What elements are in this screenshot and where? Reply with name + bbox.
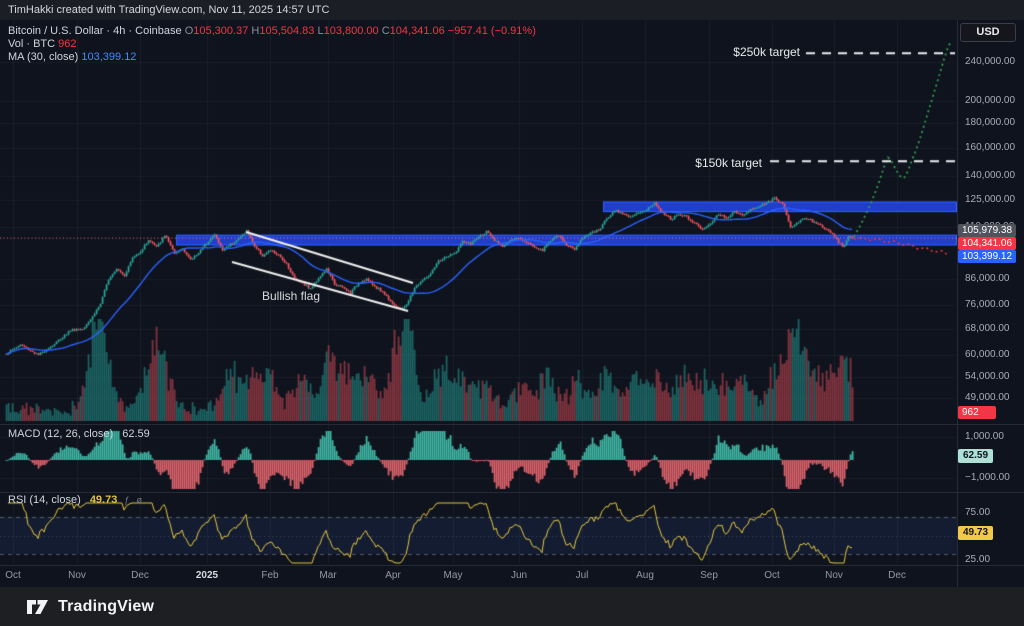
scale-separator — [957, 20, 958, 587]
macd-legend[interactable]: MACD (12, 26, close) 62.59 — [8, 428, 150, 441]
x-tick-label: Jun — [497, 570, 541, 581]
target-250k-label[interactable]: $250k target — [733, 45, 800, 59]
tradingview-brand-text[interactable]: TradingView — [58, 598, 154, 616]
ma-legend-row[interactable]: MA (30, close) 103,399.12 — [8, 51, 536, 64]
change-value: −957.41 (−0.91%) — [448, 25, 536, 37]
volume-label: Vol · BTC — [8, 38, 55, 50]
tradingview-logo-icon[interactable] — [26, 597, 50, 617]
x-tick-label: Feb — [248, 570, 292, 581]
high-value: 105,504.83 — [259, 25, 314, 37]
y-tick-label: 180,000.00 — [965, 117, 1015, 128]
price-scale[interactable]: USD 240,000.00 200,000.00 180,000.00 160,00… — [957, 20, 1024, 587]
currency-usd-button[interactable]: USD — [960, 23, 1016, 42]
rsi-label: RSI (14, close) — [8, 494, 81, 506]
x-tick-label: Jul — [560, 570, 604, 581]
macd-axis-bottom: −1,000.00 — [965, 472, 1010, 483]
open-value: 105,300.37 — [193, 25, 248, 37]
y-tick-label: 76,000.00 — [965, 299, 1010, 310]
y-tick-label: 240,000.00 — [965, 56, 1015, 67]
x-tick-label: Nov — [55, 570, 99, 581]
open-label: O — [185, 25, 194, 37]
bullish-flag-label[interactable]: Bullish flag — [262, 289, 320, 303]
symbol-title: Bitcoin / U.S. Dollar · 4h · Coinbase — [8, 25, 182, 37]
pane-separator[interactable] — [0, 492, 1024, 493]
y-tick-label: 68,000.00 — [965, 323, 1010, 334]
footer-bar: TradingView — [0, 587, 1024, 626]
time-axis[interactable]: Oct Nov Dec 2025 Feb Mar Apr May Jun Jul Aug Sep Oct… — [0, 565, 957, 587]
x-tick-label: Sep — [687, 570, 731, 581]
volume-value-tag: 962 — [958, 406, 996, 419]
rsi-value: 49.73 — [90, 494, 118, 506]
ma-value: 103,399.12 — [81, 51, 136, 63]
x-tick-label: Apr — [371, 570, 415, 581]
ma-price-tag: 103,399.12 — [958, 250, 1016, 263]
x-tick-label: Oct — [0, 570, 35, 581]
close-value: 104,341.06 — [390, 25, 445, 37]
x-tick-label: Nov — [812, 570, 856, 581]
y-tick-label: 49,000.00 — [965, 392, 1010, 403]
ma-label: MA (30, close) — [8, 51, 78, 63]
x-tick-label: 2025 — [185, 570, 229, 581]
x-tick-label: Oct — [750, 570, 794, 581]
y-tick-label: 54,000.00 — [965, 371, 1010, 382]
macd-label: MACD (12, 26, close) — [8, 428, 113, 440]
rsi-value-badge: 49.73 — [958, 526, 993, 540]
y-tick-label: 140,000.00 — [965, 170, 1015, 181]
rsi-axis-top: 75.00 — [965, 507, 990, 518]
chart-legend: Bitcoin / U.S. Dollar · 4h · Coinbase O1… — [8, 25, 536, 64]
x-tick-label: Mar — [306, 570, 350, 581]
macd-value: 62.59 — [122, 428, 150, 440]
volume-value: 962 — [58, 38, 76, 50]
price-chart-canvas[interactable] — [0, 0, 957, 587]
y-tick-label: 60,000.00 — [965, 349, 1010, 360]
attribution-bar: TimHakki created with TradingView.com, N… — [0, 0, 1024, 20]
x-tick-label: May — [431, 570, 475, 581]
y-tick-label: 86,000.00 — [965, 273, 1010, 284]
rsi-average-icon[interactable]: ø — [136, 495, 142, 505]
volume-legend-row[interactable]: Vol · BTC 962 — [8, 38, 536, 51]
attribution-text: TimHakki created with TradingView.com, N… — [8, 4, 329, 16]
macd-axis-top: 1,000.00 — [965, 431, 1004, 442]
y-tick-label: 200,000.00 — [965, 95, 1015, 106]
x-tick-label: Dec — [118, 570, 162, 581]
gray-price-tag: 105,979.38 — [958, 224, 1016, 237]
rsi-legend[interactable]: RSI (14, close) 49.73 ƒ ø — [8, 494, 142, 507]
symbol-legend-row[interactable]: Bitcoin / U.S. Dollar · 4h · Coinbase O1… — [8, 25, 536, 38]
last-price-tag: 104,341.06 — [958, 237, 1016, 250]
close-label: C — [382, 25, 390, 37]
y-tick-label: 160,000.00 — [965, 142, 1015, 153]
target-150k-label[interactable]: $150k target — [695, 156, 762, 170]
x-tick-label: Aug — [623, 570, 667, 581]
tradingview-chart-window: TimHakki created with TradingView.com, N… — [0, 0, 1024, 626]
pane-separator[interactable] — [0, 424, 1024, 425]
rsi-smoothing-icon[interactable]: ƒ — [124, 495, 129, 505]
low-value: 103,800.00 — [324, 25, 379, 37]
macd-value-badge: 62.59 — [958, 449, 993, 463]
y-tick-label: 125,000.00 — [965, 194, 1015, 205]
rsi-axis-bottom: 25.00 — [965, 554, 990, 565]
x-tick-label: Dec — [875, 570, 919, 581]
